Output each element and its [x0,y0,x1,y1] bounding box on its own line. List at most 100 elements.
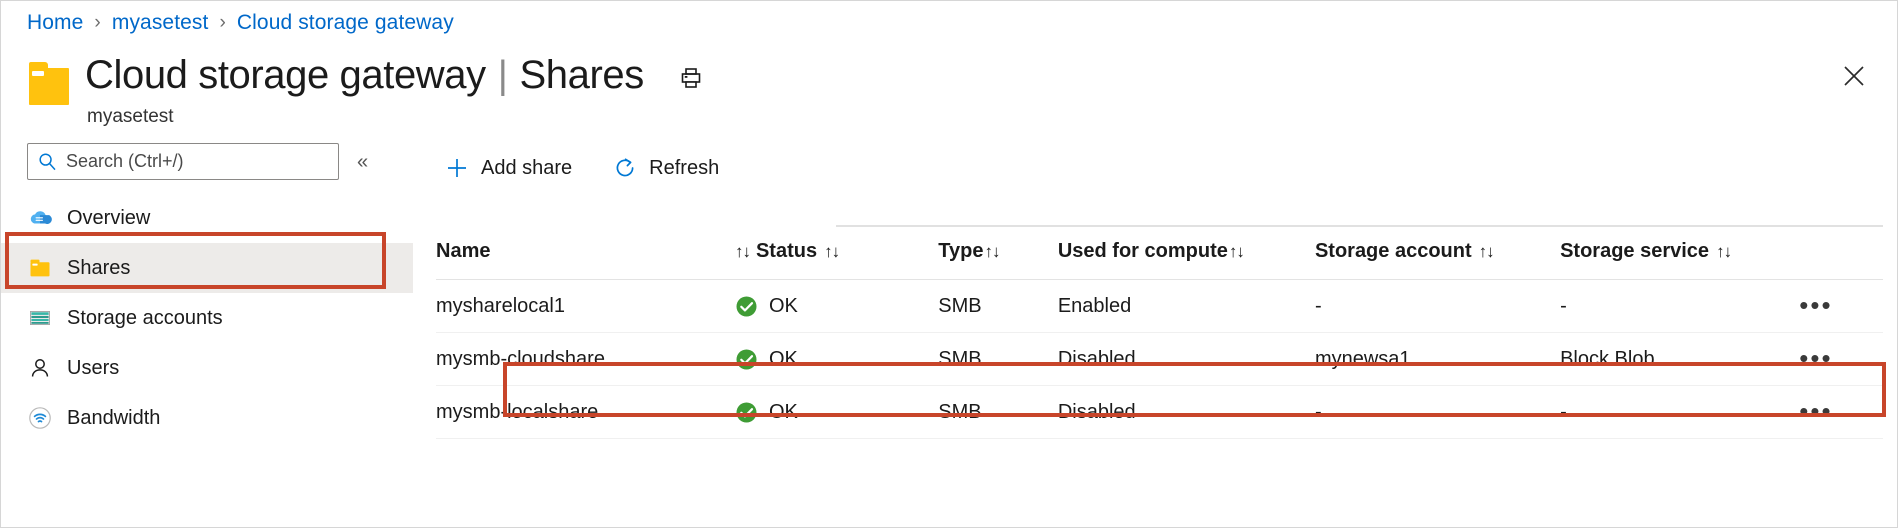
status-ok-icon [735,401,758,424]
table-header-row: Name ↑↓Status↑↓ Type↑↓ Used for compute↑… [436,240,1883,280]
column-header-label: Storage service [1560,240,1709,262]
cell-used-for-compute: Disabled [1058,386,1315,439]
column-header-name[interactable]: Name [436,240,735,280]
search-icon [38,152,57,171]
plus-icon [444,155,470,181]
folder-icon [27,61,71,105]
cell-storage-account: - [1315,280,1560,333]
page-title-section: Shares [519,55,643,97]
search-input[interactable] [66,151,328,172]
table-row[interactable]: mysmb-localshare OK SMB [436,386,1883,439]
bandwidth-icon [27,405,53,431]
cell-status: OK [735,280,938,333]
sidebar-item-storage-accounts[interactable]: Storage accounts [1,293,413,343]
add-share-button[interactable]: Add share [436,148,580,188]
breadcrumb-separator: › [219,12,225,34]
column-header-label: Type [938,240,983,262]
sort-icon[interactable]: ↑↓ [1716,242,1731,262]
breadcrumb-item-myasetest[interactable]: myasetest [112,11,209,35]
cell-storage-service: - [1560,280,1799,333]
sidebar-item-shares[interactable]: Shares [1,243,413,293]
sidebar-item-label: Overview [67,207,150,230]
title-separator: | [498,56,508,97]
refresh-button[interactable]: Refresh [604,148,727,188]
column-header-actions [1799,240,1883,280]
sort-icon[interactable]: ↑↓ [735,242,750,262]
status-label: OK [769,348,798,371]
row-context-menu-icon[interactable]: ••• [1799,351,1883,367]
table-row[interactable]: mysharelocal1 OK SMB [436,280,1883,333]
breadcrumb-separator: › [94,12,100,34]
column-header-used-for-compute[interactable]: Used for compute↑↓ [1058,240,1315,280]
column-header-label: Name [436,240,490,262]
table-row[interactable]: mysmb-cloudshare OK SMB [436,333,1883,386]
column-header-label: Storage account [1315,240,1472,262]
refresh-label: Refresh [649,157,719,180]
user-icon [27,355,53,381]
sidebar-item-bandwidth[interactable]: Bandwidth [1,393,413,443]
column-header-storage-service[interactable]: Storage service ↑↓ [1560,240,1799,280]
shares-table: Name ↑↓Status↑↓ Type↑↓ Used for compute↑… [436,240,1883,439]
sidebar-item-label: Storage accounts [67,307,223,330]
cell-name: mysharelocal1 [436,280,735,333]
sort-icon[interactable]: ↑↓ [1479,242,1494,262]
sidebar-search-row: « [27,143,368,180]
folder-icon [27,255,53,281]
page-title: Cloud storage gateway | Shares [85,55,703,97]
cell-storage-service: Block Blob [1560,333,1799,386]
cell-actions[interactable]: ••• [1799,333,1883,386]
cell-storage-service: - [1560,386,1799,439]
cell-status: OK [735,386,938,439]
sidebar-item-label: Shares [67,257,130,280]
column-header-label: Status [756,240,817,262]
breadcrumb: Home › myasetest › Cloud storage gateway [27,11,454,35]
collapse-sidebar-icon[interactable]: « [357,152,368,172]
sort-icon[interactable]: ↑↓ [824,242,839,262]
column-header-storage-account[interactable]: Storage account ↑↓ [1315,240,1560,280]
breadcrumb-item-cloud-storage-gateway[interactable]: Cloud storage gateway [237,11,454,35]
refresh-icon [612,155,638,181]
storage-account-icon [27,305,53,331]
print-icon[interactable] [679,66,703,90]
cell-storage-account: - [1315,386,1560,439]
cell-storage-account: mynewsa1 [1315,333,1560,386]
sidebar-nav-list: Overview Shares [1,193,413,443]
azure-portal-blade: Home › myasetest › Cloud storage gateway… [0,0,1898,528]
cloud-icon [27,205,53,231]
blade-content: Add share Refresh [413,137,1897,527]
column-header-status[interactable]: ↑↓ Status ↑↓ [735,240,938,280]
cell-type: SMB [938,386,1058,439]
sort-icon[interactable]: ↑↓ [1229,242,1244,262]
blade-sidebar: « Overview [1,137,413,528]
close-icon[interactable] [1837,59,1871,93]
cell-name: mysmb-localshare [436,386,735,439]
status-ok-icon [735,295,758,318]
status-label: OK [769,295,798,318]
sidebar-item-users[interactable]: Users [1,343,413,393]
sidebar-item-overview[interactable]: Overview [1,193,413,243]
cell-actions[interactable]: ••• [1799,386,1883,439]
cell-type: SMB [938,333,1058,386]
row-context-menu-icon[interactable]: ••• [1799,298,1883,314]
sort-icon[interactable]: ↑↓ [984,242,999,262]
cell-used-for-compute: Enabled [1058,280,1315,333]
cell-type: SMB [938,280,1058,333]
sidebar-item-label: Bandwidth [67,407,160,430]
cell-name: mysmb-cloudshare [436,333,735,386]
row-context-menu-icon[interactable]: ••• [1799,404,1883,420]
status-ok-icon [735,348,758,371]
sidebar-item-label: Users [67,357,119,380]
status-label: OK [769,401,798,424]
column-header-type[interactable]: Type↑↓ [938,240,1058,280]
page-title-row: Cloud storage gateway | Shares myasetest [27,55,703,128]
breadcrumb-item-home[interactable]: Home [27,11,83,35]
add-share-label: Add share [481,157,572,180]
cell-used-for-compute: Disabled [1058,333,1315,386]
page-title-resource: Cloud storage gateway [85,55,486,97]
cell-status: OK [735,333,938,386]
page-subtitle: myasetest [87,106,703,128]
column-header-label: Used for compute [1058,240,1228,262]
cell-actions[interactable]: ••• [1799,280,1883,333]
search-box[interactable] [27,143,339,180]
command-bar-divider [836,225,1883,227]
